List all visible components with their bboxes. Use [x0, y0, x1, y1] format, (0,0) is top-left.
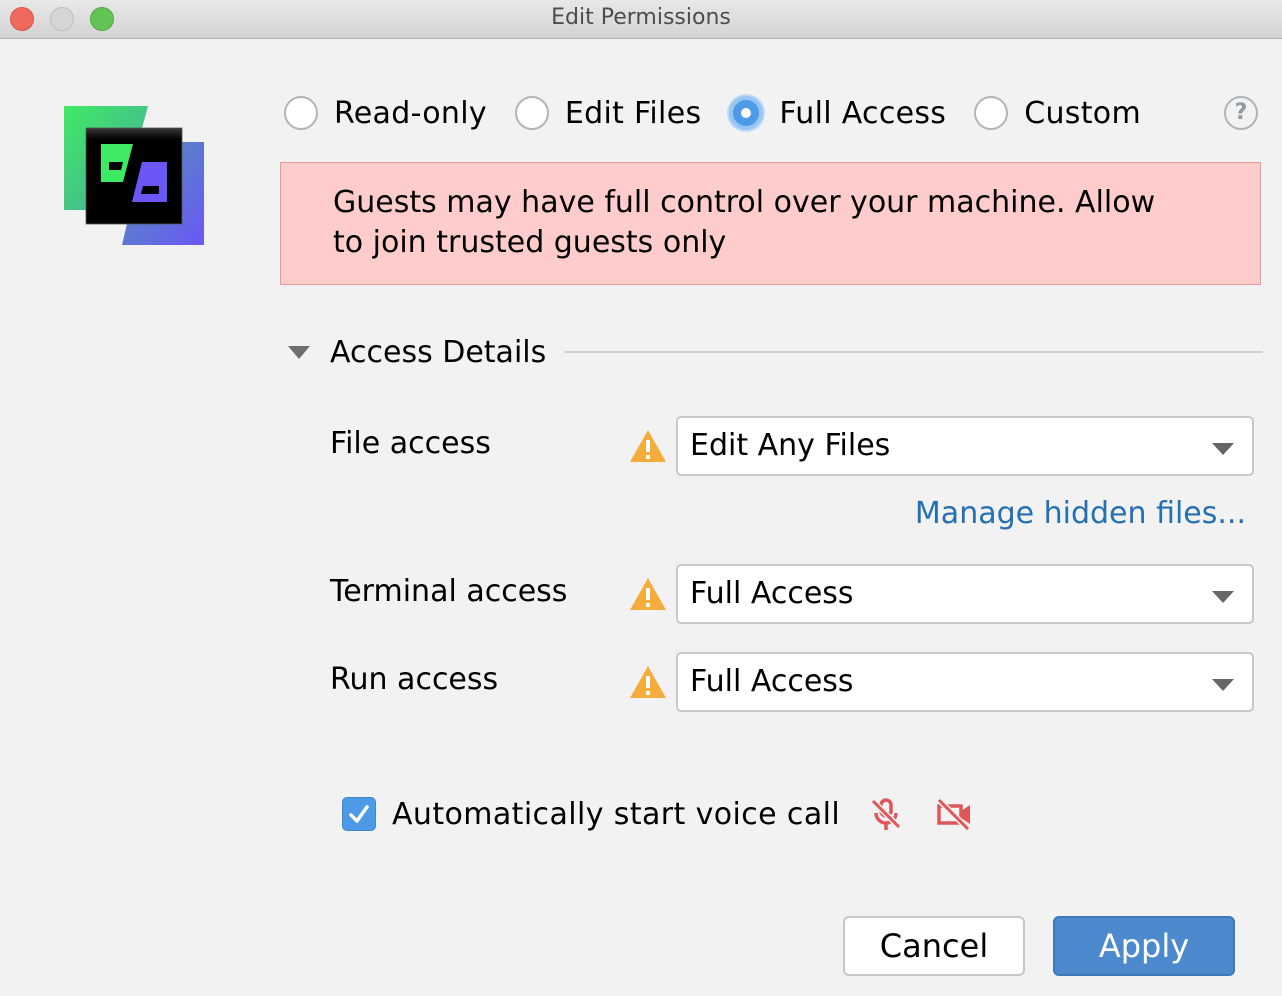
section-title: Access Details [330, 334, 547, 370]
chevron-down-icon [1212, 591, 1234, 603]
manage-hidden-files-link[interactable]: Manage hidden files... [915, 496, 1246, 531]
access-details-header[interactable]: Access Details [288, 330, 1263, 374]
terminal-access-dropdown[interactable]: Full Access [676, 564, 1254, 624]
radio-label: Custom [1024, 95, 1141, 131]
access-mode-radio-group: Read-only Edit Files Full Access Custom [284, 90, 1169, 136]
voice-call-option: Automatically start voice call [342, 796, 1004, 832]
run-access-dropdown[interactable]: Full Access [676, 652, 1254, 712]
warning-text-line-1: Guests may have full control over your m… [333, 185, 1156, 220]
chevron-down-icon [1212, 443, 1234, 455]
radio-edit-files[interactable]: Edit Files [514, 95, 702, 131]
terminal-access-label: Terminal access [330, 574, 568, 609]
radio-button-selected[interactable] [729, 96, 764, 130]
run-access-label: Run access [330, 662, 499, 697]
dropdown-value: Full Access [690, 576, 854, 611]
camera-off-icon[interactable] [936, 796, 972, 832]
voice-call-label: Automatically start voice call [392, 796, 841, 832]
checkmark-icon [349, 805, 369, 823]
warning-icon [630, 430, 666, 462]
window-titlebar: Edit Permissions [0, 0, 1282, 39]
section-divider [564, 351, 1263, 353]
radio-full-access[interactable]: Full Access [729, 96, 946, 131]
radio-label: Full Access [779, 95, 947, 131]
apply-button[interactable]: Apply [1053, 916, 1235, 976]
dropdown-value: Edit Any Files [690, 428, 891, 463]
radio-button[interactable] [974, 96, 1009, 130]
radio-button[interactable] [514, 96, 549, 130]
warning-text-line-2: to join trusted guests only [333, 225, 727, 260]
warning-icon [630, 578, 666, 610]
window-title: Edit Permissions [551, 5, 731, 30]
file-access-dropdown[interactable]: Edit Any Files [676, 416, 1254, 476]
voice-call-checkbox[interactable] [342, 797, 376, 831]
radio-label: Read-only [334, 95, 487, 131]
code-with-me-logo-icon [64, 106, 204, 245]
radio-label: Edit Files [564, 95, 702, 131]
collapse-triangle-icon[interactable] [288, 345, 310, 359]
file-access-label: File access [330, 426, 491, 461]
warning-icon [630, 666, 666, 698]
chevron-down-icon [1212, 679, 1234, 691]
radio-custom[interactable]: Custom [974, 96, 1141, 131]
microphone-off-icon[interactable] [868, 796, 904, 832]
warning-banner: Guests may have full control over your m… [280, 162, 1261, 285]
dropdown-value: Full Access [690, 664, 854, 699]
radio-button[interactable] [284, 96, 318, 130]
help-icon[interactable]: ? [1224, 96, 1258, 130]
cancel-button[interactable]: Cancel [843, 916, 1025, 976]
radio-read-only[interactable]: Read-only [284, 96, 487, 131]
